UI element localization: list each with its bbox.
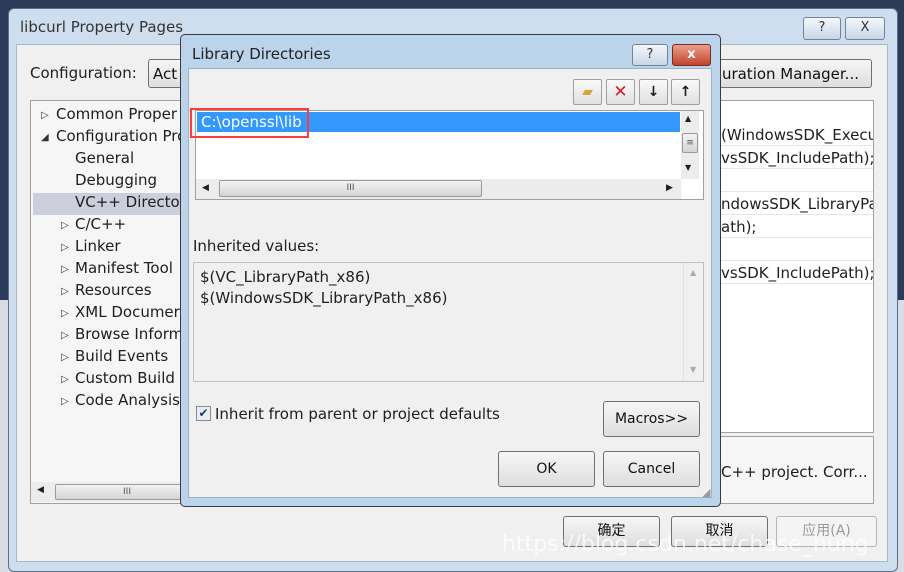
inherited-value: $(VC_LibraryPath_x86) bbox=[200, 268, 371, 286]
tree-item[interactable]: Browse Inform bbox=[75, 325, 183, 343]
move-down-button[interactable]: ↓ bbox=[639, 79, 668, 105]
scroll-down-icon[interactable]: ▼ bbox=[685, 163, 691, 172]
inherit-checkbox[interactable]: ✔ bbox=[196, 406, 211, 421]
inherited-values-box: $(VC_LibraryPath_x86) $(WindowsSDK_Libra… bbox=[193, 262, 704, 382]
window-title: libcurl Property Pages bbox=[20, 18, 184, 36]
expand-icon[interactable]: ▷ bbox=[61, 308, 69, 319]
expand-icon[interactable]: ▷ bbox=[61, 242, 69, 253]
grid-row[interactable]: (WindowsSDK_Execu bbox=[721, 124, 873, 146]
scroll-up-icon[interactable]: ▲ bbox=[685, 114, 691, 123]
expand-icon[interactable]: ▷ bbox=[61, 264, 69, 275]
tree-item[interactable]: Build Events bbox=[75, 347, 168, 365]
expand-icon[interactable]: ▷ bbox=[61, 286, 69, 297]
expand-icon[interactable]: ▷ bbox=[61, 220, 69, 231]
expand-icon[interactable]: ▷ bbox=[61, 330, 69, 341]
property-tree: ▷ Common Proper ◢ Configuration Pro General D… bbox=[30, 100, 200, 504]
scroll-left-icon[interactable]: ◀ bbox=[202, 183, 209, 193]
grid-row[interactable] bbox=[721, 239, 873, 261]
grid-row[interactable]: vsSDK_IncludePath); bbox=[721, 147, 873, 169]
tree-item[interactable]: Code Analysis bbox=[75, 391, 180, 409]
grid-row[interactable]: ndowsSDK_LibraryPat bbox=[721, 193, 873, 215]
tree-item[interactable]: Custom Build S bbox=[75, 369, 189, 387]
tree-horizontal-scrollbar[interactable]: ◀ III bbox=[31, 482, 199, 502]
list-horizontal-scrollbar[interactable]: ◀ III ▶ bbox=[196, 179, 681, 199]
tree-item[interactable]: Manifest Tool bbox=[75, 259, 173, 277]
help-button[interactable]: ? bbox=[803, 17, 841, 40]
resize-grip-icon[interactable]: ◢ bbox=[702, 486, 710, 499]
expand-icon[interactable]: ▷ bbox=[61, 352, 69, 363]
collapse-icon[interactable]: ◢ bbox=[41, 132, 49, 143]
expand-icon[interactable]: ▷ bbox=[41, 110, 49, 121]
inherited-vertical-scrollbar[interactable]: ▲ ▼ bbox=[683, 263, 703, 381]
macros-button[interactable]: Macros>> bbox=[603, 401, 700, 437]
scroll-right-icon[interactable]: ▶ bbox=[666, 183, 673, 193]
tree-item[interactable]: Configuration Pro bbox=[56, 127, 186, 145]
tree-item[interactable]: Linker bbox=[75, 237, 121, 255]
tree-item[interactable]: XML Documer bbox=[75, 303, 180, 321]
delete-icon: ✕ bbox=[613, 82, 628, 102]
configuration-label: Configuration: bbox=[30, 64, 137, 82]
highlight-box bbox=[190, 108, 309, 138]
grid-row[interactable]: vsSDK_IncludePath);$ bbox=[721, 262, 873, 284]
close-button[interactable]: X bbox=[845, 17, 885, 40]
move-up-button[interactable]: ↑ bbox=[671, 79, 700, 105]
scrollbar-thumb[interactable]: III bbox=[219, 180, 482, 197]
expand-icon[interactable]: ▷ bbox=[61, 374, 69, 385]
grid-row[interactable] bbox=[721, 170, 873, 192]
dialog-cancel-button[interactable]: Cancel bbox=[603, 451, 700, 487]
new-folder-button[interactable]: ▰ bbox=[573, 79, 602, 105]
expand-icon[interactable]: ▷ bbox=[61, 396, 69, 407]
property-description: C++ project. Corr... bbox=[720, 436, 874, 504]
arrow-up-icon: ↑ bbox=[679, 84, 692, 100]
delete-button[interactable]: ✕ bbox=[606, 79, 635, 105]
tree-item[interactable]: Debugging bbox=[75, 171, 157, 189]
inherit-checkbox-label[interactable]: Inherit from parent or project defaults bbox=[215, 405, 500, 423]
arrow-down-icon: ↓ bbox=[647, 84, 660, 100]
tree-item[interactable]: Resources bbox=[75, 281, 152, 299]
tree-item[interactable]: C/C++ bbox=[75, 215, 126, 233]
dialog-ok-button[interactable]: OK bbox=[498, 451, 595, 487]
tree-item[interactable]: Common Proper bbox=[56, 105, 177, 123]
list-vertical-scrollbar[interactable]: ▲ ≡ ▼ bbox=[681, 111, 699, 179]
tree-item[interactable]: VC++ Director bbox=[75, 193, 186, 211]
grid-row[interactable]: ath); bbox=[721, 216, 873, 238]
watermark: https://blog.csdn.net/chase_hung bbox=[502, 532, 869, 557]
scrollbar-thumb[interactable]: ≡ bbox=[682, 133, 698, 153]
dialog-help-button[interactable]: ? bbox=[632, 44, 668, 66]
new-folder-icon: ▰ bbox=[582, 84, 593, 100]
inherited-values-label: Inherited values: bbox=[193, 237, 320, 255]
inherited-value: $(WindowsSDK_LibraryPath_x86) bbox=[200, 289, 448, 307]
scroll-up-icon[interactable]: ▲ bbox=[690, 268, 696, 277]
scrollbar-thumb[interactable]: III bbox=[55, 484, 199, 500]
tree-item[interactable]: General bbox=[75, 149, 134, 167]
dialog-close-button[interactable]: x bbox=[672, 44, 711, 66]
property-grid: (WindowsSDK_Execu vsSDK_IncludePath);ndow… bbox=[720, 100, 874, 433]
dialog-title: Library Directories bbox=[192, 45, 331, 63]
scroll-down-icon[interactable]: ▼ bbox=[690, 365, 696, 374]
scroll-left-icon[interactable]: ◀ bbox=[37, 485, 44, 495]
